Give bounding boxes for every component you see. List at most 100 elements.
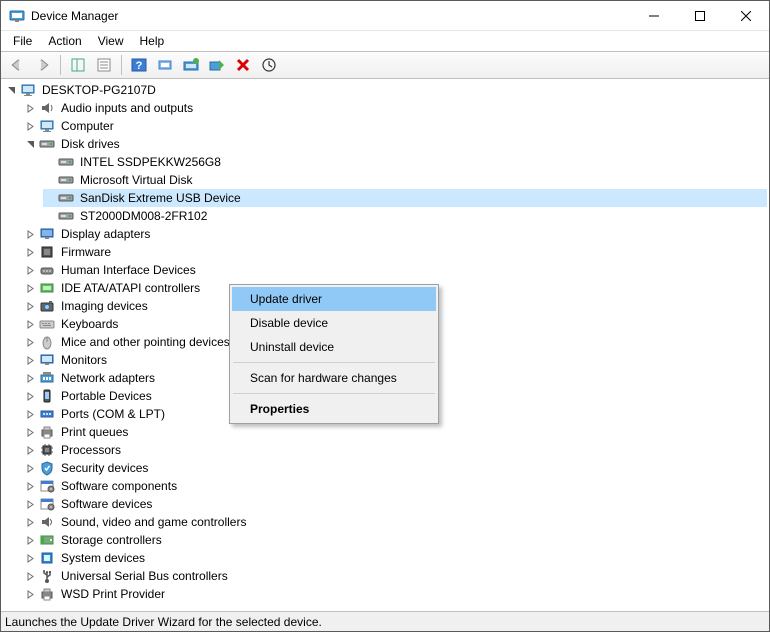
tree-item[interactable]: DESKTOP-PG2107D xyxy=(5,81,767,99)
expand-icon[interactable] xyxy=(24,246,37,259)
tree-item[interactable]: Sound, video and game controllers xyxy=(24,513,767,531)
tree-item[interactable]: Security devices xyxy=(24,459,767,477)
close-button[interactable] xyxy=(723,1,769,31)
expand-icon[interactable] xyxy=(24,318,37,331)
keyboard-icon xyxy=(39,316,55,332)
update-driver-button[interactable] xyxy=(179,53,203,77)
tree-item[interactable]: SanDisk Extreme USB Device xyxy=(43,189,767,207)
show-hide-console-button[interactable] xyxy=(66,53,90,77)
help-button[interactable]: ? xyxy=(127,53,151,77)
tree-item-label: Monitors xyxy=(59,353,109,367)
expand-icon[interactable] xyxy=(24,354,37,367)
tree-item[interactable]: ST2000DM008-2FR102 xyxy=(43,207,767,225)
back-button[interactable] xyxy=(5,53,29,77)
expand-icon[interactable] xyxy=(24,570,37,583)
device-tree[interactable]: DESKTOP-PG2107D Audio inputs and outputs C… xyxy=(1,79,769,611)
menu-action[interactable]: Action xyxy=(40,33,89,49)
tree-item-label: SanDisk Extreme USB Device xyxy=(78,191,243,205)
tree-item[interactable]: Print queues xyxy=(24,423,767,441)
context-menu-separator xyxy=(233,362,435,363)
tree-item[interactable]: Storage controllers xyxy=(24,531,767,549)
disable-device-button[interactable] xyxy=(205,53,229,77)
context-menu-item[interactable]: Update driver xyxy=(232,287,436,311)
expand-icon[interactable] xyxy=(24,480,37,493)
tree-item[interactable]: Software devices xyxy=(24,495,767,513)
mouse-icon xyxy=(39,334,55,350)
tree-item[interactable]: INTEL SSDPEKKW256G8 xyxy=(43,153,767,171)
tree-item-label: DESKTOP-PG2107D xyxy=(40,83,158,97)
security-icon xyxy=(39,460,55,476)
tree-item-label: Storage controllers xyxy=(59,533,164,547)
tree-item-label: Disk drives xyxy=(59,137,122,151)
tree-item[interactable]: Human Interface Devices xyxy=(24,261,767,279)
context-menu-item[interactable]: Uninstall device xyxy=(232,335,436,359)
tree-item-label: Network adapters xyxy=(59,371,157,385)
monitor-icon xyxy=(39,352,55,368)
printer-icon xyxy=(39,424,55,440)
context-menu-item[interactable]: Disable device xyxy=(232,311,436,335)
tree-item[interactable]: Display adapters xyxy=(24,225,767,243)
tree-item[interactable]: Universal Serial Bus controllers xyxy=(24,567,767,585)
context-menu-separator xyxy=(233,393,435,394)
minimize-button[interactable] xyxy=(631,1,677,31)
firmware-icon xyxy=(39,244,55,260)
disk-icon xyxy=(58,190,74,206)
expand-icon[interactable] xyxy=(24,120,37,133)
forward-button[interactable] xyxy=(31,53,55,77)
expand-icon[interactable] xyxy=(24,552,37,565)
expand-icon[interactable] xyxy=(24,228,37,241)
tree-item-label: Human Interface Devices xyxy=(59,263,198,277)
menu-file[interactable]: File xyxy=(5,33,40,49)
collapse-icon[interactable] xyxy=(24,138,37,151)
expand-icon[interactable] xyxy=(24,498,37,511)
tree-item[interactable]: Processors xyxy=(24,441,767,459)
expand-icon[interactable] xyxy=(24,300,37,313)
context-menu-item[interactable]: Scan for hardware changes xyxy=(232,366,436,390)
tree-item-label: Imaging devices xyxy=(59,299,150,313)
hid-icon xyxy=(39,262,55,278)
expand-icon[interactable] xyxy=(24,426,37,439)
tree-item[interactable]: System devices xyxy=(24,549,767,567)
tree-item[interactable]: Firmware xyxy=(24,243,767,261)
expand-icon[interactable] xyxy=(24,444,37,457)
expand-icon[interactable] xyxy=(24,264,37,277)
tree-item-label: Portable Devices xyxy=(59,389,154,403)
scan-hardware-button[interactable] xyxy=(153,53,177,77)
ide-icon xyxy=(39,280,55,296)
tree-item-label: WSD Print Provider xyxy=(59,587,167,601)
pc-icon xyxy=(20,82,36,98)
expand-icon[interactable] xyxy=(24,390,37,403)
uninstall-device-button[interactable] xyxy=(231,53,255,77)
toolbar: ? xyxy=(1,51,769,79)
menu-view[interactable]: View xyxy=(90,33,132,49)
tree-item[interactable]: Audio inputs and outputs xyxy=(24,99,767,117)
expand-icon[interactable] xyxy=(24,534,37,547)
expand-icon[interactable] xyxy=(24,336,37,349)
collapse-icon[interactable] xyxy=(5,84,18,97)
svg-text:?: ? xyxy=(136,60,143,72)
toolbar-separator xyxy=(121,55,122,75)
scan-for-hardware-changes-button[interactable] xyxy=(257,53,281,77)
expand-icon[interactable] xyxy=(24,462,37,475)
expand-icon[interactable] xyxy=(24,372,37,385)
tree-item[interactable]: Disk drives xyxy=(24,135,767,153)
expand-icon[interactable] xyxy=(24,588,37,601)
expand-icon[interactable] xyxy=(24,102,37,115)
tree-item[interactable]: WSD Print Provider xyxy=(24,585,767,603)
expand-icon[interactable] xyxy=(24,282,37,295)
imaging-icon xyxy=(39,298,55,314)
tree-item[interactable]: Computer xyxy=(24,117,767,135)
expand-icon[interactable] xyxy=(24,516,37,529)
printer-icon xyxy=(39,586,55,602)
tree-item-label: Software components xyxy=(59,479,179,493)
context-menu-item[interactable]: Properties xyxy=(232,397,436,421)
expand-icon[interactable] xyxy=(24,408,37,421)
titlebar: Device Manager xyxy=(1,1,769,31)
maximize-button[interactable] xyxy=(677,1,723,31)
menu-help[interactable]: Help xyxy=(132,33,173,49)
software-icon xyxy=(39,478,55,494)
properties-button[interactable] xyxy=(92,53,116,77)
tree-item-label: Audio inputs and outputs xyxy=(59,101,195,115)
tree-item[interactable]: Microsoft Virtual Disk xyxy=(43,171,767,189)
tree-item[interactable]: Software components xyxy=(24,477,767,495)
